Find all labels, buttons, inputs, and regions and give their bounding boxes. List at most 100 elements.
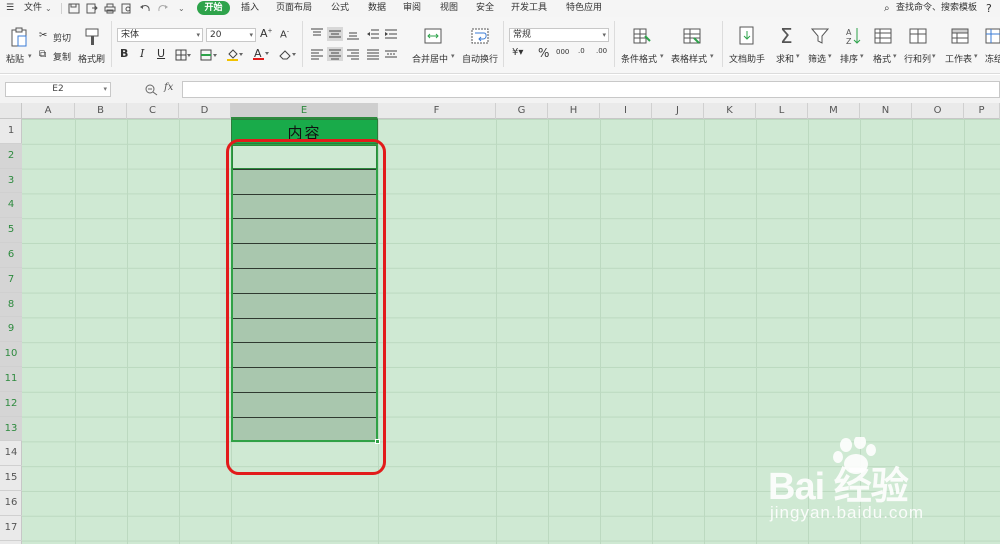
row-column-button[interactable]: 行和列 xyxy=(904,52,931,65)
conditional-format-icon[interactable] xyxy=(633,27,651,45)
row-column-icon[interactable] xyxy=(909,27,927,45)
chevron-down-icon[interactable]: ▾ xyxy=(932,52,936,60)
cell-style-icon[interactable] xyxy=(200,49,218,61)
font-grow-button[interactable]: A+ xyxy=(260,27,273,40)
fill-color-icon[interactable] xyxy=(226,48,244,61)
format-button[interactable]: 格式 xyxy=(873,52,891,65)
tab-security[interactable]: 安全 xyxy=(472,0,498,17)
sum-button[interactable]: 求和 xyxy=(776,52,794,65)
number-format-select[interactable]: 常规 ▾ xyxy=(509,28,609,42)
tab-developer[interactable]: 开发工具 xyxy=(508,0,550,17)
column-header-k[interactable]: K xyxy=(704,103,756,119)
print-icon[interactable] xyxy=(104,3,116,14)
column-header-c[interactable]: C xyxy=(127,103,179,119)
help-icon[interactable]: ? xyxy=(986,0,992,17)
align-top-icon[interactable] xyxy=(310,28,324,40)
row-header-7[interactable]: 7 xyxy=(0,267,22,293)
distributed-align-icon[interactable] xyxy=(384,48,398,60)
clear-format-icon[interactable] xyxy=(278,48,298,61)
column-header-a[interactable]: A xyxy=(22,103,75,119)
row-header-3[interactable]: 3 xyxy=(0,168,22,194)
tab-data[interactable]: 数据 xyxy=(364,0,390,17)
chevron-down-icon[interactable]: ▾ xyxy=(893,52,897,60)
row-header-17[interactable]: 17 xyxy=(0,516,22,541)
justify-icon[interactable] xyxy=(366,48,380,60)
merge-center-button[interactable]: 合并居中 xyxy=(412,52,448,65)
row-header-15[interactable]: 15 xyxy=(0,466,22,491)
hamburger-menu-icon[interactable]: ☰ xyxy=(6,0,14,17)
quick-access-more-icon[interactable]: ⌄ xyxy=(178,0,185,17)
redo-icon[interactable] xyxy=(157,3,169,14)
align-bottom-icon[interactable] xyxy=(346,28,360,40)
wrap-text-icon[interactable] xyxy=(471,27,489,45)
freeze-icon[interactable] xyxy=(985,27,1000,45)
column-header-m[interactable]: M xyxy=(808,103,860,119)
column-header-d[interactable]: D xyxy=(179,103,231,119)
copy-icon[interactable]: ⧉ xyxy=(39,49,46,60)
row-header-10[interactable]: 10 xyxy=(0,342,22,367)
worksheet-button[interactable]: 工作表 xyxy=(945,52,972,65)
row-header-16[interactable]: 16 xyxy=(0,491,22,516)
row-header-13[interactable]: 13 xyxy=(0,416,22,442)
column-header-g[interactable]: G xyxy=(496,103,548,119)
italic-button[interactable]: I xyxy=(140,47,144,60)
table-style-icon[interactable] xyxy=(683,27,701,45)
chevron-down-icon[interactable]: ▾ xyxy=(796,52,800,60)
worksheet-icon[interactable] xyxy=(951,27,969,45)
column-header-n[interactable]: N xyxy=(860,103,912,119)
merge-center-icon[interactable] xyxy=(424,27,442,45)
fx-icon[interactable]: fx xyxy=(164,82,173,93)
decrease-indent-icon[interactable] xyxy=(366,28,380,40)
chevron-down-icon[interactable]: ▾ xyxy=(860,52,864,60)
formula-input[interactable] xyxy=(182,81,1000,98)
format-painter-icon[interactable] xyxy=(84,27,100,47)
save-icon[interactable] xyxy=(68,3,80,14)
increase-indent-icon[interactable] xyxy=(384,28,398,40)
column-header-e[interactable]: E xyxy=(231,103,378,119)
chevron-down-icon[interactable]: ▾ xyxy=(974,52,978,60)
select-all-corner[interactable] xyxy=(0,103,22,119)
currency-icon[interactable]: ¥▾ xyxy=(512,47,523,58)
percent-button[interactable]: % xyxy=(538,46,549,60)
row-header-2[interactable]: 2 xyxy=(0,143,22,169)
row-header-8[interactable]: 8 xyxy=(0,292,22,318)
merge-dropdown-icon[interactable]: ▾ xyxy=(451,52,455,60)
tab-page-layout[interactable]: 页面布局 xyxy=(274,0,314,17)
conditional-format-button[interactable]: 条件格式 xyxy=(621,52,657,65)
sum-icon[interactable]: Σ xyxy=(780,24,793,48)
row-header-4[interactable]: 4 xyxy=(0,193,22,219)
tab-formulas[interactable]: 公式 xyxy=(327,0,353,17)
sort-icon[interactable]: AZ xyxy=(844,26,862,46)
tab-view[interactable]: 视图 xyxy=(436,0,462,17)
row-header-11[interactable]: 11 xyxy=(0,367,22,392)
row-header-5[interactable]: 5 xyxy=(0,218,22,243)
print-preview-icon[interactable] xyxy=(121,3,133,14)
align-center-icon[interactable] xyxy=(327,47,343,61)
row-header-1[interactable]: 1 xyxy=(0,119,22,144)
cut-button[interactable]: 剪切 xyxy=(53,31,71,44)
font-size-select[interactable]: 20 ▾ xyxy=(206,28,256,42)
wrap-text-button[interactable]: 自动换行 xyxy=(462,52,498,65)
paste-button[interactable]: 粘贴 xyxy=(6,52,24,65)
align-middle-icon[interactable] xyxy=(327,27,343,41)
undo-icon[interactable] xyxy=(139,3,151,14)
chevron-down-icon[interactable]: ⌄ xyxy=(45,0,52,17)
format-icon[interactable] xyxy=(874,27,892,45)
copy-button[interactable]: 复制 xyxy=(53,50,71,63)
chevron-down-icon[interactable]: ▾ xyxy=(710,52,714,60)
freeze-button[interactable]: 冻结 xyxy=(985,52,1000,65)
borders-icon[interactable] xyxy=(175,49,191,61)
column-header-o[interactable]: O xyxy=(912,103,964,119)
row-header-12[interactable]: 12 xyxy=(0,391,22,417)
doc-assistant-icon[interactable] xyxy=(738,26,756,46)
filter-button[interactable]: 筛选 xyxy=(808,52,826,65)
row-header-6[interactable]: 6 xyxy=(0,243,22,268)
scissors-icon[interactable]: ✂ xyxy=(39,30,47,41)
command-search[interactable]: 查找命令、搜索模板 xyxy=(896,0,977,17)
table-style-button[interactable]: 表格样式 xyxy=(671,52,707,65)
sort-button[interactable]: 排序 xyxy=(840,52,858,65)
column-header-i[interactable]: I xyxy=(600,103,652,119)
bold-button[interactable]: B xyxy=(120,47,128,60)
search-icon[interactable]: ⌕ xyxy=(884,0,890,17)
font-name-select[interactable]: 宋体 ▾ xyxy=(117,28,203,42)
